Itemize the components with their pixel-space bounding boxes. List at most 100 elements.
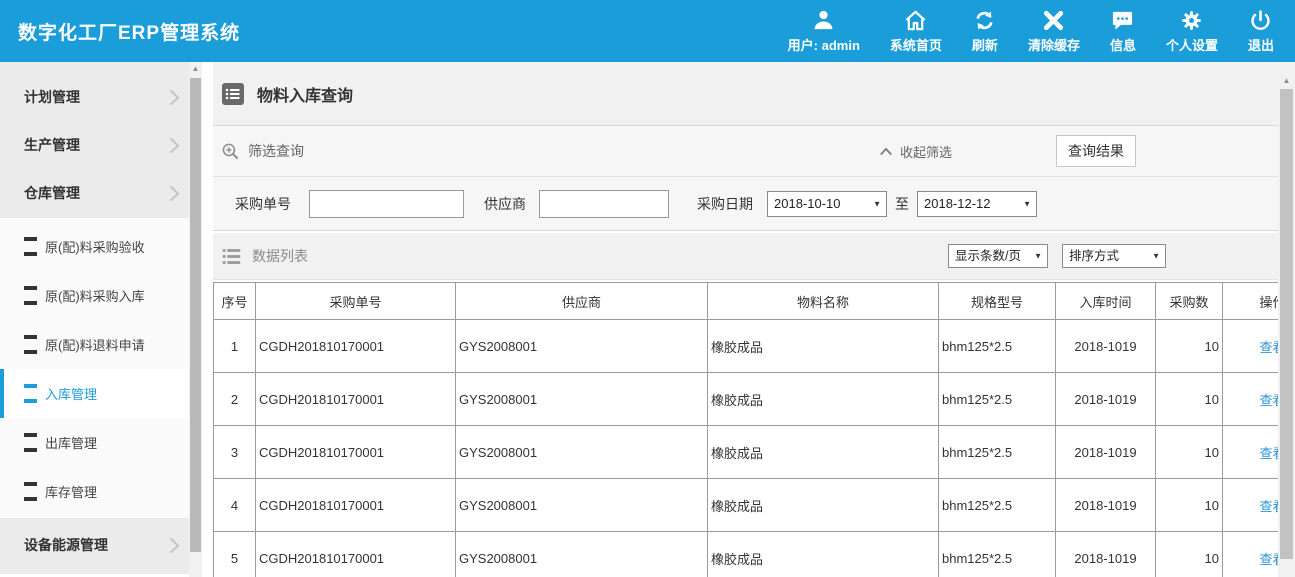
cell-seq: 2	[214, 373, 256, 426]
cell-po: CGDH201810170001	[256, 479, 456, 532]
main-scrollbar[interactable]: ▲	[1278, 62, 1295, 577]
nav-refresh-label: 刷新	[972, 35, 998, 54]
col-po-number: 采购单号	[256, 283, 456, 320]
sidebar-group-warehouse[interactable]: 仓库管理	[0, 169, 189, 217]
sidebar-group-label: 设备能源管理	[24, 535, 108, 555]
nav-home-label: 系统首页	[890, 35, 942, 54]
nav-user[interactable]: 用户: admin	[773, 0, 875, 62]
nav-messages[interactable]: 信息	[1095, 0, 1151, 62]
cell-qty: 10	[1156, 320, 1223, 373]
cell-time: 2018-1019	[1056, 373, 1156, 426]
view-link[interactable]: 查看	[1259, 393, 1278, 408]
cell-supplier: GYS2008001	[456, 479, 708, 532]
date-to-select[interactable]: 2018-12-12	[917, 191, 1037, 217]
cell-spec: bhm125*2.5	[939, 426, 1056, 479]
query-results-button[interactable]: 查询结果	[1056, 135, 1136, 167]
sidebar-group-label: 生产管理	[24, 135, 80, 155]
col-seq: 序号	[214, 283, 256, 320]
nav-settings-label: 个人设置	[1166, 35, 1218, 54]
chevron-up-icon	[879, 147, 893, 156]
cell-supplier: GYS2008001	[456, 426, 708, 479]
scroll-up-icon[interactable]: ▲	[1278, 62, 1295, 88]
cell-material: 橡胶成品	[708, 426, 939, 479]
sidebar-submenu: 原(配)料采购验收 原(配)料采购入库 原(配)料退料申请 入库管理	[0, 218, 189, 518]
nav-clear-cache[interactable]: 清除缓存	[1013, 0, 1095, 62]
cell-po: CGDH201810170001	[256, 532, 456, 577]
sidebar-item-label: 出库管理	[45, 433, 97, 452]
sidebar-group-plan[interactable]: 计划管理	[0, 73, 189, 121]
sort-select[interactable]: 排序方式	[1062, 244, 1166, 268]
supplier-label: 供应商	[484, 194, 526, 214]
nav-logout-label: 退出	[1248, 35, 1274, 54]
nav-logout[interactable]: 退出	[1233, 0, 1289, 62]
sidebar-group-section: 计划管理 生产管理 仓库管理	[0, 62, 189, 218]
supplier-input[interactable]	[539, 190, 669, 218]
nav-user-label: 用户: admin	[788, 35, 860, 54]
view-link[interactable]: 查看	[1259, 446, 1278, 461]
app-header: 数字化工厂ERP管理系统 用户: admin 系统首页 刷新	[0, 0, 1295, 62]
cell-material: 橡胶成品	[708, 479, 939, 532]
page-title: 物料入库查询	[257, 82, 353, 106]
cell-spec: bhm125*2.5	[939, 320, 1056, 373]
cell-supplier: GYS2008001	[456, 532, 708, 577]
sidebar: 计划管理 生产管理 仓库管理 原(配)料采购验收	[0, 62, 202, 577]
user-icon	[812, 9, 835, 32]
sidebar-item-inventory-management[interactable]: 库存管理	[0, 467, 189, 516]
menu-bars-icon	[24, 433, 37, 452]
nav-refresh[interactable]: 刷新	[957, 0, 1013, 62]
cell-time: 2018-1019	[1056, 479, 1156, 532]
message-icon	[1111, 9, 1134, 32]
menu-bars-icon	[24, 237, 37, 256]
sidebar-item-outbound-management[interactable]: 出库管理	[0, 418, 189, 467]
zoom-in-icon	[221, 142, 240, 161]
cell-time: 2018-1019	[1056, 320, 1156, 373]
cell-action: 查看	[1223, 320, 1279, 373]
list-section-label: 数据列表	[252, 246, 308, 266]
date-from-select[interactable]: 2018-10-10	[767, 191, 887, 217]
scroll-up-icon[interactable]: ▲	[189, 62, 202, 76]
cell-action: 查看	[1223, 426, 1279, 479]
menu-bars-icon	[24, 482, 37, 501]
list-box-icon	[221, 82, 245, 106]
main-scrollbar-thumb[interactable]	[1280, 89, 1293, 559]
col-spec-model: 规格型号	[939, 283, 1056, 320]
cell-time: 2018-1019	[1056, 532, 1156, 577]
sidebar-item-label: 原(配)料退料申请	[45, 335, 145, 354]
purchase-date-label: 采购日期	[697, 194, 753, 214]
power-icon	[1249, 9, 1272, 32]
collapse-filter-label: 收起筛选	[900, 142, 952, 161]
view-link[interactable]: 查看	[1259, 340, 1278, 355]
sidebar-item-inbound-management[interactable]: 入库管理	[0, 369, 189, 418]
cell-action: 查看	[1223, 479, 1279, 532]
table-row: 1CGDH201810170001GYS2008001橡胶成品bhm125*2.…	[214, 320, 1279, 373]
cell-seq: 4	[214, 479, 256, 532]
header-nav: 用户: admin 系统首页 刷新 清除缓存	[773, 0, 1289, 62]
sidebar-scrollbar[interactable]: ▲	[189, 62, 202, 577]
po-number-input[interactable]	[309, 190, 464, 218]
cell-spec: bhm125*2.5	[939, 532, 1056, 577]
view-link[interactable]: 查看	[1259, 552, 1278, 567]
page-size-select[interactable]: 显示条数/页	[948, 244, 1048, 268]
date-range-separator: 至	[895, 194, 909, 214]
cell-material: 橡胶成品	[708, 320, 939, 373]
cell-supplier: GYS2008001	[456, 320, 708, 373]
col-actions: 操作	[1223, 283, 1279, 320]
cell-qty: 10	[1156, 426, 1223, 479]
table-header-row: 序号 采购单号 供应商 物料名称 规格型号 入库时间 采购数 操作	[214, 283, 1279, 320]
sidebar-group-equipment-energy[interactable]: 设备能源管理	[0, 521, 189, 569]
sidebar-item-material-purchase-inbound[interactable]: 原(配)料采购入库	[0, 271, 189, 320]
nav-home[interactable]: 系统首页	[875, 0, 957, 62]
collapse-filter[interactable]: 收起筛选	[879, 142, 952, 161]
sidebar-item-material-purchase-acceptance[interactable]: 原(配)料采购验收	[0, 222, 189, 271]
cell-action: 查看	[1223, 373, 1279, 426]
table-row: 4CGDH201810170001GYS2008001橡胶成品bhm125*2.…	[214, 479, 1279, 532]
sidebar-item-label: 库存管理	[45, 482, 97, 501]
menu-bars-icon	[24, 286, 37, 305]
po-number-label: 采购单号	[235, 194, 291, 214]
sidebar-scrollbar-thumb[interactable]	[190, 78, 201, 552]
refresh-icon	[973, 9, 996, 32]
view-link[interactable]: 查看	[1259, 499, 1278, 514]
nav-settings[interactable]: 个人设置	[1151, 0, 1233, 62]
sidebar-item-material-return-request[interactable]: 原(配)料退料申请	[0, 320, 189, 369]
sidebar-group-production[interactable]: 生产管理	[0, 121, 189, 169]
